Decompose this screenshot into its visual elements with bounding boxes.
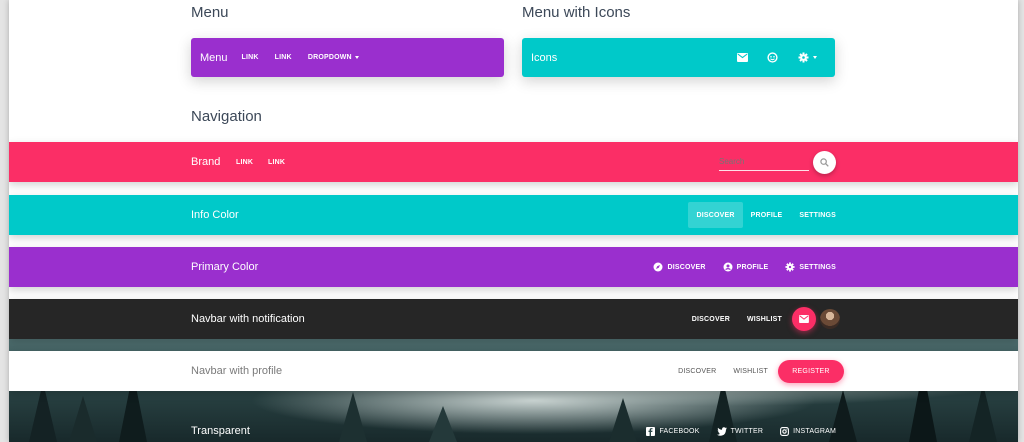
- navbar-primary-title[interactable]: Primary Color: [191, 261, 258, 273]
- instagram-icon: [780, 426, 790, 436]
- menu-icons-section-title: Menu with Icons: [522, 4, 631, 21]
- navigation-section-title: Navigation: [191, 108, 262, 125]
- chevron-down-icon: [812, 56, 817, 59]
- menu-link-1[interactable]: LINK: [242, 54, 259, 61]
- navbar-transparent-facebook-label: FACEBOOK: [659, 427, 700, 435]
- search-input[interactable]: [719, 153, 809, 171]
- navbar-primary-discover-label: DISCOVER: [667, 263, 706, 271]
- navbar-brand-link-2[interactable]: LINK: [268, 159, 285, 166]
- twitter-icon: [716, 426, 727, 436]
- register-button[interactable]: REGISTER: [778, 359, 844, 383]
- face-icon[interactable]: [765, 51, 779, 65]
- navbar-profile-title[interactable]: Navbar with profile: [191, 365, 282, 377]
- navbar-notification: Navbar with notification DISCOVER WISHLI…: [9, 299, 1018, 339]
- menu-icons-bar: Icons: [522, 38, 835, 77]
- menu-section-title: Menu: [191, 4, 229, 21]
- navbar-transparent-twitter[interactable]: TWITTER: [716, 426, 764, 436]
- account-icon: [723, 262, 733, 272]
- navbar-transparent-instagram[interactable]: INSTAGRAM: [780, 426, 836, 436]
- notification-button[interactable]: [792, 307, 816, 331]
- navbar-transparent: Transparent FACEBOOK TWITTER INSTAGRAM: [9, 411, 1018, 442]
- navbar-profile-discover[interactable]: DISCOVER: [678, 368, 716, 375]
- menu-dropdown-label: DROPDOWN: [307, 54, 352, 61]
- navbar-primary-discover[interactable]: DISCOVER: [653, 262, 705, 272]
- navbar-brand-link-1[interactable]: LINK: [236, 159, 253, 166]
- navbar-primary: Primary Color DISCOVER PROFILE SETTINGS: [9, 247, 1018, 287]
- navbar-primary-profile-label: PROFILE: [736, 263, 769, 271]
- navbar-primary-settings[interactable]: SETTINGS: [785, 262, 836, 272]
- menu-link-2[interactable]: LINK: [275, 54, 292, 61]
- navbar-info-settings[interactable]: SETTINGS: [799, 212, 836, 219]
- navbar-info: Info Color DISCOVER PROFILE SETTINGS: [9, 195, 1018, 235]
- search-button[interactable]: [813, 150, 836, 174]
- gear-icon: [785, 262, 795, 272]
- navbar-primary-profile[interactable]: PROFILE: [723, 262, 769, 272]
- navbar-notification-title[interactable]: Navbar with notification: [191, 313, 305, 325]
- page: Menu Menu with Icons Menu LINK LINK DROP…: [9, 0, 1018, 442]
- gear-icon: [798, 52, 808, 63]
- avatar[interactable]: [820, 309, 840, 329]
- facebook-icon: [646, 426, 656, 436]
- navbar-brand-title[interactable]: Brand: [191, 156, 220, 168]
- navbar-info-title[interactable]: Info Color: [191, 209, 239, 221]
- mail-icon: [799, 315, 809, 323]
- navbar-profile-wishlist[interactable]: WISHLIST: [733, 368, 768, 375]
- chevron-down-icon: [354, 56, 359, 59]
- navbar-info-discover[interactable]: DISCOVER: [688, 202, 743, 228]
- menu-dropdown[interactable]: DROPDOWN: [308, 54, 359, 61]
- navbar-transparent-facebook[interactable]: FACEBOOK: [646, 426, 700, 436]
- navbar-brand: Brand LINK LINK: [9, 142, 1018, 182]
- navbar-notification-wishlist[interactable]: WISHLIST: [747, 316, 782, 323]
- mail-icon[interactable]: [735, 51, 749, 65]
- search-icon: [820, 157, 829, 167]
- explore-icon: [653, 262, 663, 272]
- navbar-transparent-title[interactable]: Transparent: [191, 425, 250, 437]
- navbar-transparent-instagram-label: INSTAGRAM: [793, 427, 836, 435]
- navbar-transparent-twitter-label: TWITTER: [730, 427, 764, 435]
- menu-bar: Menu LINK LINK DROPDOWN: [191, 38, 504, 77]
- settings-dropdown[interactable]: [795, 51, 819, 65]
- navbar-info-profile[interactable]: PROFILE: [751, 212, 783, 219]
- navbar-profile: Navbar with profile DISCOVER WISHLIST RE…: [9, 351, 1018, 391]
- menu-brand[interactable]: Menu: [200, 52, 228, 64]
- menu-icons-brand[interactable]: Icons: [531, 52, 557, 64]
- navbar-notification-discover[interactable]: DISCOVER: [692, 316, 730, 323]
- navbar-primary-settings-label: SETTINGS: [799, 263, 836, 271]
